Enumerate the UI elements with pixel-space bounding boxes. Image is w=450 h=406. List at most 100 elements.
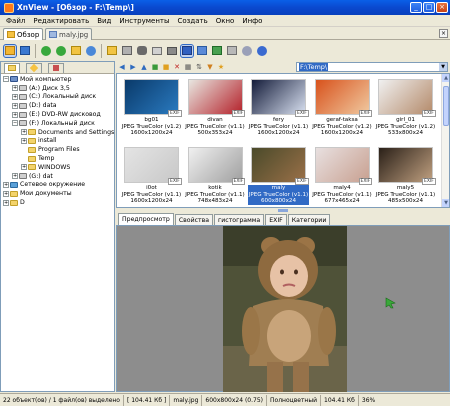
sort-icon[interactable]: ⇅	[195, 63, 203, 71]
menu-info[interactable]: Инфо	[238, 17, 266, 25]
expand-icon[interactable]: +	[12, 173, 18, 180]
tree-item[interactable]: + (E:) DVD-RW дисковод	[1, 110, 114, 119]
expand-icon[interactable]: +	[12, 93, 18, 100]
exif-badge: EXIF	[231, 110, 246, 117]
view-mode-icon[interactable]: ▦	[184, 63, 192, 71]
forward-icon[interactable]: ▶	[129, 63, 137, 71]
scroll-up-icon[interactable]: ▲	[442, 74, 449, 82]
minimize-button[interactable]: _	[410, 2, 422, 13]
tree-item[interactable]: + (D:) data	[1, 101, 114, 110]
thumbnail-item[interactable]: EXIF girl_01 JPEG TrueColor (v1.2) 533x800x…	[375, 77, 436, 139]
tree-item[interactable]: + (C:) Локальный диск	[1, 93, 114, 102]
tab-image[interactable]: maly.jpg	[45, 28, 93, 40]
expand-icon[interactable]: +	[21, 164, 27, 171]
thumbnail-item[interactable]: EXIF bg01 JPEG TrueColor (v1.2) 1600x1200x2…	[121, 77, 182, 139]
tab-folders[interactable]	[4, 62, 20, 73]
back-icon[interactable]: ◀	[118, 63, 126, 71]
tree-item[interactable]: − (F:) Локальный диск	[1, 119, 114, 128]
thumbnail-item[interactable]: EXIF maly5 JPEG TrueColor (v1.1) 485x500x24	[375, 145, 436, 207]
web-icon[interactable]	[210, 44, 224, 58]
menu-tools[interactable]: Инструменты	[115, 17, 173, 25]
tab-properties[interactable]: Свойства	[174, 214, 214, 225]
tree-item[interactable]: Temp	[1, 154, 114, 163]
fullscreen-icon[interactable]	[18, 44, 32, 58]
tree-item[interactable]: + D	[1, 198, 114, 207]
tab-exif[interactable]: EXIF	[265, 214, 287, 225]
tab-preview[interactable]: Предпросмотр	[118, 213, 174, 225]
tree-item[interactable]: Program Files	[1, 145, 114, 154]
browse-icon[interactable]	[3, 43, 17, 58]
grid-icon[interactable]	[225, 44, 239, 58]
maximize-button[interactable]: □	[423, 2, 435, 13]
tree-item[interactable]: + WINDOWS	[1, 163, 114, 172]
thumbnail-item[interactable]: EXIF divan JPEG TrueColor (v1.1) 500x353x24	[185, 77, 246, 139]
refresh-icon[interactable]	[84, 44, 98, 58]
tree-item[interactable]: + (A:) Диск 3,5	[1, 84, 114, 93]
scroll-down-icon[interactable]: ▼	[442, 199, 449, 207]
copy-icon[interactable]	[120, 44, 134, 58]
address-input[interactable]: F:\Temp\ ▼	[296, 62, 448, 72]
expand-icon[interactable]: +	[12, 111, 18, 118]
home-icon[interactable]: ■	[151, 63, 159, 71]
convert-icon[interactable]	[195, 44, 209, 58]
exif-badge: EXIF	[422, 110, 436, 117]
menu-view[interactable]: Вид	[93, 17, 115, 25]
tab-histogram[interactable]: гистограмма	[214, 214, 265, 225]
expand-icon[interactable]: +	[3, 199, 9, 206]
folder-icon	[7, 31, 15, 38]
expand-icon[interactable]: +	[21, 137, 27, 144]
thumbnail-item[interactable]: EXIF kotik JPEG TrueColor (v1.1) 748x483x24	[185, 145, 246, 207]
splitter-grip[interactable]	[278, 209, 288, 212]
settings-icon[interactable]	[240, 44, 254, 58]
expand-icon[interactable]: +	[21, 129, 27, 136]
tab-categories[interactable]	[48, 62, 64, 73]
thumbnail-item[interactable]: EXIF geraf-taksa JPEG TrueColor (v1.2) 1600…	[312, 77, 373, 139]
slideshow-icon[interactable]	[180, 43, 194, 58]
help-icon[interactable]	[255, 44, 269, 58]
tree-item[interactable]: + Documents and Settings	[1, 128, 114, 137]
expand-icon[interactable]: +	[12, 85, 18, 92]
thumbnail-item[interactable]: EXIF maly JPEG TrueColor (v1.1) 600x800x24	[248, 145, 309, 207]
close-button[interactable]: ×	[436, 2, 448, 13]
scanner-icon[interactable]	[165, 44, 179, 58]
tree-item[interactable]: + install	[1, 137, 114, 146]
delete-icon[interactable]: ✕	[173, 63, 181, 71]
menu-window[interactable]: Окно	[212, 17, 239, 25]
filter-icon[interactable]: ▼	[206, 63, 214, 71]
tree-item[interactable]: − Мой компьютер	[1, 75, 114, 84]
scrollbar-thumb[interactable]	[443, 86, 449, 126]
expand-icon[interactable]: +	[12, 102, 18, 109]
tree-item-label: Temp	[38, 155, 55, 163]
thumbnail-item[interactable]: EXIF i0ot JPEG TrueColor (v1.1) 1600x1200x2…	[121, 145, 182, 207]
address-dropdown-icon[interactable]: ▼	[439, 63, 447, 71]
menu-file[interactable]: Файл	[2, 17, 29, 25]
expand-icon[interactable]: +	[3, 190, 9, 197]
menu-edit[interactable]: Редактировать	[29, 17, 93, 25]
find-icon[interactable]	[135, 44, 149, 58]
folder-up-icon[interactable]	[105, 44, 119, 58]
collapse-icon[interactable]: −	[3, 76, 9, 83]
close-tab-button[interactable]: ×	[439, 29, 448, 38]
tab-favorites[interactable]	[26, 62, 42, 73]
favorites-icon[interactable]: ★	[217, 63, 225, 71]
tab-categories[interactable]: Категории	[287, 214, 331, 225]
up-folder-icon[interactable]: ▲	[140, 63, 148, 71]
up-icon[interactable]	[69, 44, 83, 58]
expand-icon[interactable]: +	[3, 181, 9, 188]
folder-icon	[28, 146, 36, 153]
tree-item[interactable]: + Сетевое окружение	[1, 181, 114, 190]
back-icon[interactable]	[39, 44, 53, 58]
new-folder-icon[interactable]: ■	[162, 63, 170, 71]
tree-item[interactable]: + (G:) dat	[1, 172, 114, 181]
browser-scrollbar[interactable]: ▲ ▼	[441, 74, 449, 207]
tab-browse[interactable]: Обзор	[3, 28, 44, 40]
collapse-icon[interactable]: −	[12, 120, 18, 127]
status-selected-size: [ 104.41 Кб ]	[124, 394, 171, 406]
thumbnail-item[interactable]: EXIF fery JPEG TrueColor (v1.1) 1600x1200x2…	[248, 77, 309, 139]
menu-create[interactable]: Создать	[174, 17, 212, 25]
print-icon[interactable]	[150, 44, 164, 58]
forward-icon[interactable]	[54, 44, 68, 58]
tree-item[interactable]: + Мои документы	[1, 189, 114, 198]
tree-item-label: WINDOWS	[38, 163, 71, 171]
thumbnail-item[interactable]: EXIF maly4 JPEG TrueColor (v1.1) 677x465x24	[312, 145, 373, 207]
